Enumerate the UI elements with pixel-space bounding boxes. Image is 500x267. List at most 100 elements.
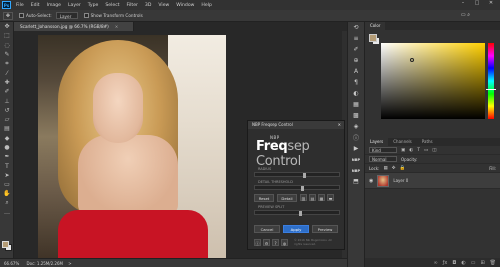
close-window-button[interactable]: ✕ bbox=[484, 0, 498, 6]
zoom-tool-icon[interactable]: ⌕ bbox=[0, 199, 14, 208]
stamp-tool-icon[interactable]: ⊥ bbox=[0, 96, 14, 105]
view-split-icon[interactable]: ▥ bbox=[300, 194, 307, 201]
navigator-icon[interactable]: ◈ bbox=[348, 121, 364, 132]
healing-tool-icon[interactable]: ✚ bbox=[0, 78, 14, 87]
filter-pixel-icon[interactable]: ▣ bbox=[401, 148, 405, 153]
menu-3d[interactable]: 3D bbox=[145, 3, 151, 8]
cancel-button[interactable]: Cancel bbox=[254, 225, 280, 233]
zoom-level[interactable]: 66.67% bbox=[4, 261, 19, 266]
crop-tool-icon[interactable]: ⌗ bbox=[0, 59, 14, 68]
nbp-plugin-icon[interactable]: NBP bbox=[348, 154, 364, 165]
history-brush-tool-icon[interactable]: ↺ bbox=[0, 106, 14, 115]
filter-adjust-icon[interactable]: ◐ bbox=[409, 148, 413, 153]
move-tool-icon[interactable]: ✥ bbox=[0, 22, 14, 31]
new-group-icon[interactable]: ▭ bbox=[471, 260, 476, 266]
lock-position-icon[interactable]: ✥ bbox=[392, 166, 396, 171]
tab-color[interactable]: Color bbox=[365, 22, 386, 30]
color-picker-ring[interactable] bbox=[410, 58, 414, 62]
detail-threshold-slider-handle[interactable] bbox=[301, 185, 304, 191]
brush-panel-icon[interactable]: ✐ bbox=[348, 44, 364, 55]
auto-select-checkbox[interactable] bbox=[19, 13, 24, 18]
link-layers-icon[interactable]: ∞ bbox=[433, 260, 437, 266]
color-panel-fg-swatch[interactable] bbox=[369, 34, 377, 42]
gradient-tool-icon[interactable]: ▤ bbox=[0, 124, 14, 133]
lock-pixels-icon[interactable]: ▦ bbox=[383, 166, 387, 171]
hue-slider-handle[interactable] bbox=[486, 89, 496, 91]
layer-row[interactable]: ◉ Layer 0 bbox=[365, 173, 500, 189]
menu-edit[interactable]: Edit bbox=[31, 3, 40, 8]
minimize-button[interactable]: – bbox=[456, 0, 470, 6]
view-high-icon[interactable]: ▦ bbox=[318, 194, 325, 201]
view-low-icon[interactable]: ▤ bbox=[309, 194, 316, 201]
settings-gear-icon[interactable]: ⚙ bbox=[263, 239, 270, 246]
document-tab[interactable]: Scarlett_Johansson.jpg @ 66.7% (RGB/8#) × bbox=[14, 22, 134, 31]
layer-kind-filter[interactable]: Kind bbox=[369, 147, 397, 153]
dodge-tool-icon[interactable]: ● bbox=[0, 143, 14, 152]
type-tool-icon[interactable]: T bbox=[0, 161, 14, 170]
adjustments-icon[interactable]: ◐ bbox=[348, 88, 364, 99]
blend-mode-dropdown[interactable]: Normal bbox=[369, 156, 397, 162]
hand-tool-icon[interactable]: ✋ bbox=[0, 189, 14, 198]
eraser-tool-icon[interactable]: ▱ bbox=[0, 115, 14, 124]
path-select-tool-icon[interactable]: ➤ bbox=[0, 171, 14, 180]
lasso-tool-icon[interactable]: ◌ bbox=[0, 41, 14, 50]
tab-paths[interactable]: Paths bbox=[417, 138, 438, 146]
reset-button[interactable]: Reset bbox=[254, 194, 274, 202]
properties-panel-icon[interactable]: ≡ bbox=[348, 33, 364, 44]
menu-window[interactable]: Window bbox=[176, 3, 194, 8]
actions-panel-icon[interactable]: ▶ bbox=[348, 143, 364, 154]
menu-filter[interactable]: Filter bbox=[127, 3, 138, 8]
radius-slider[interactable] bbox=[254, 172, 340, 178]
filter-shape-icon[interactable]: ▭ bbox=[424, 148, 428, 153]
document-image[interactable] bbox=[38, 35, 226, 261]
tab-layers[interactable]: Layers bbox=[365, 138, 389, 146]
nbp-plugin-icon-2[interactable]: NBP bbox=[348, 165, 364, 176]
layer-thumbnail[interactable] bbox=[377, 174, 390, 187]
radius-slider-handle[interactable] bbox=[303, 172, 306, 178]
color-picker-field[interactable] bbox=[381, 43, 485, 119]
layer-visibility-eye-icon[interactable]: ◉ bbox=[369, 178, 373, 184]
menu-type[interactable]: Type bbox=[88, 3, 99, 8]
menu-select[interactable]: Select bbox=[105, 3, 119, 8]
menu-view[interactable]: View bbox=[158, 3, 169, 8]
preview-split-slider[interactable] bbox=[254, 210, 340, 216]
filter-smart-icon[interactable]: ◫ bbox=[432, 148, 436, 153]
preview-split-slider-handle[interactable] bbox=[299, 210, 302, 216]
more-tools-icon[interactable]: … bbox=[0, 208, 14, 217]
add-mask-icon[interactable]: ◘ bbox=[452, 260, 456, 266]
apply-button[interactable]: Apply bbox=[283, 225, 309, 233]
menu-file[interactable]: File bbox=[16, 3, 24, 8]
eyedropper-tool-icon[interactable]: ⁄ bbox=[0, 68, 14, 77]
extensions-icon[interactable]: ⬒ bbox=[348, 176, 364, 187]
layer-style-icon[interactable]: ƒx bbox=[443, 260, 448, 266]
brush-tool-icon[interactable]: ✐ bbox=[0, 87, 14, 96]
help-icon[interactable]: ? bbox=[272, 239, 279, 246]
new-adjustment-icon[interactable]: ◐ bbox=[461, 260, 465, 266]
workspace-icon[interactable]: ▭ ⌕ bbox=[461, 12, 470, 18]
pen-tool-icon[interactable]: ✒ bbox=[0, 152, 14, 161]
swatches-icon[interactable]: ▩ bbox=[348, 110, 364, 121]
detail-button[interactable]: Detail bbox=[277, 194, 297, 202]
close-document-icon[interactable]: × bbox=[115, 24, 119, 29]
quick-select-tool-icon[interactable]: ✎ bbox=[0, 50, 14, 59]
lock-all-icon[interactable]: 🔒 bbox=[400, 166, 406, 171]
menu-layer[interactable]: Layer bbox=[68, 3, 81, 8]
layer-name[interactable]: Layer 0 bbox=[393, 178, 408, 183]
maximize-button[interactable]: □ bbox=[470, 0, 484, 6]
delete-layer-icon[interactable]: 🗑 bbox=[490, 260, 496, 266]
tab-channels[interactable]: Channels bbox=[388, 138, 417, 146]
auto-select-target-dropdown[interactable]: Layer bbox=[55, 12, 78, 19]
filter-type-icon[interactable]: T bbox=[417, 148, 420, 153]
status-menu-arrow-icon[interactable]: > bbox=[68, 261, 71, 266]
history-panel-icon[interactable]: ⟲ bbox=[348, 22, 364, 33]
show-transform-checkbox[interactable] bbox=[83, 13, 89, 18]
character-panel-icon[interactable]: A bbox=[348, 66, 364, 77]
paragraph-panel-icon[interactable]: ¶ bbox=[348, 77, 364, 88]
web-icon[interactable]: ◍ bbox=[281, 239, 288, 246]
styles-icon[interactable]: ▦ bbox=[348, 99, 364, 110]
preview-button[interactable]: Preview bbox=[312, 225, 338, 233]
clone-source-icon[interactable]: ⊕ bbox=[348, 55, 364, 66]
plugin-close-icon[interactable]: ✕ bbox=[338, 121, 341, 129]
marquee-tool-icon[interactable]: ⬚ bbox=[0, 31, 14, 40]
shape-tool-icon[interactable]: ▭ bbox=[0, 180, 14, 189]
